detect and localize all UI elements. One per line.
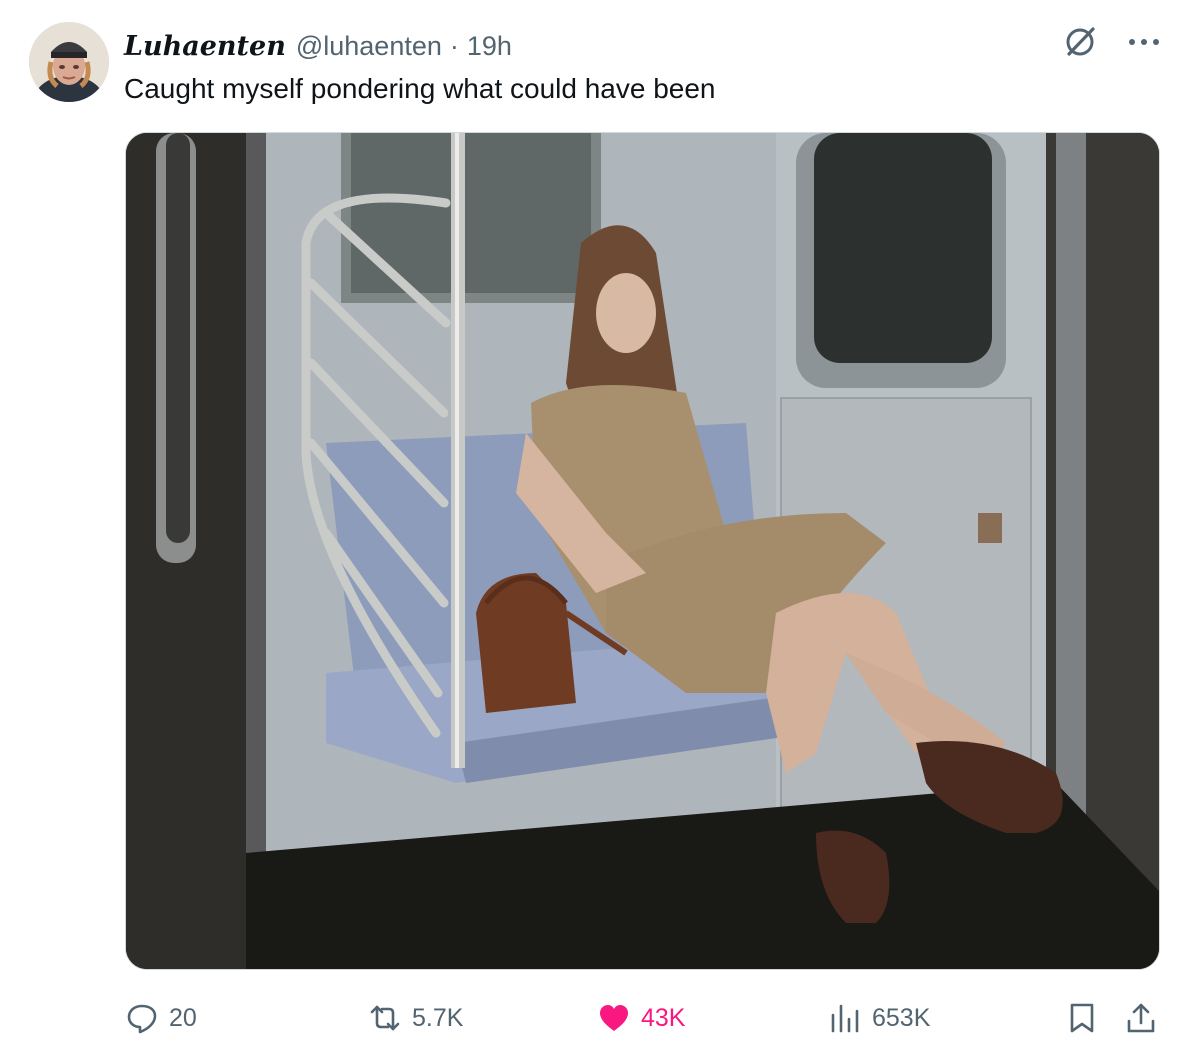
reply-icon [125, 1001, 159, 1035]
repost-count: 5.7K [412, 1003, 464, 1032]
share-button[interactable] [1125, 995, 1157, 1041]
tweet-actions: 20 5.7K 43K 653K [125, 995, 1160, 1041]
timestamp[interactable]: 19h [467, 31, 512, 62]
header-actions [1060, 22, 1164, 62]
like-button[interactable]: 43K [597, 995, 685, 1041]
views-button[interactable]: 653K [828, 995, 930, 1041]
like-count: 43K [641, 1003, 686, 1032]
like-icon [597, 1001, 631, 1035]
separator: · [449, 30, 459, 61]
share-icon [1125, 1001, 1157, 1035]
author-display-name[interactable]: Luhaenten [124, 31, 286, 62]
more-icon[interactable] [1124, 22, 1164, 62]
reply-count: 20 [169, 1003, 197, 1032]
views-count: 653K [872, 1003, 931, 1032]
avatar[interactable] [29, 22, 109, 102]
bookmark-icon [1067, 1001, 1097, 1035]
repost-button[interactable]: 5.7K [368, 995, 463, 1041]
reply-button[interactable]: 20 [125, 995, 197, 1041]
tweet-header: Luhaenten @luhaenten · 19h [124, 26, 1038, 66]
repost-icon [368, 1001, 402, 1035]
grok-icon[interactable] [1060, 22, 1100, 62]
tweet-photo[interactable] [125, 132, 1160, 970]
views-icon [828, 1001, 862, 1035]
author-handle[interactable]: @luhaenten [296, 31, 442, 62]
bookmark-button[interactable] [1067, 995, 1097, 1041]
tweet-text: Caught myself pondering what could have … [124, 73, 716, 104]
